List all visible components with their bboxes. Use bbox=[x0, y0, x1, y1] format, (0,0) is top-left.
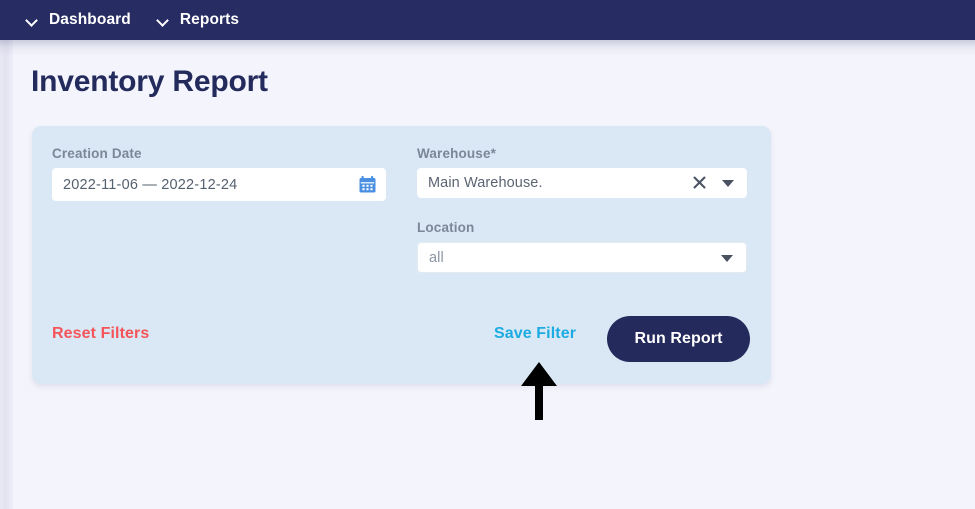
filter-card: Creation Date 2022-11-06 — 2022-12-24 Wa… bbox=[32, 126, 771, 384]
warehouse-selected-value: Main Warehouse. bbox=[428, 175, 543, 191]
page-title: Inventory Report bbox=[31, 65, 268, 98]
creation-date-field-group: Creation Date 2022-11-06 — 2022-12-24 bbox=[52, 146, 386, 201]
top-navbar: Dashboard Reports bbox=[0, 0, 975, 40]
location-label: Location bbox=[417, 220, 475, 235]
caret-down-icon[interactable] bbox=[721, 255, 733, 262]
location-field-group: Location all bbox=[417, 220, 747, 273]
calendar-icon[interactable] bbox=[359, 176, 376, 193]
app-screen: Dashboard Reports Inventory Report Creat… bbox=[0, 0, 975, 509]
nav-item-reports[interactable]: Reports bbox=[155, 0, 239, 40]
chevron-down-icon bbox=[24, 12, 40, 28]
caret-down-icon[interactable] bbox=[722, 180, 734, 187]
creation-date-label: Creation Date bbox=[52, 146, 142, 161]
warehouse-label: Warehouse* bbox=[417, 146, 497, 161]
left-edge-strip bbox=[0, 40, 13, 509]
reset-filters-link[interactable]: Reset Filters bbox=[52, 325, 149, 343]
navbar-shadow bbox=[0, 40, 975, 56]
save-filter-link[interactable]: Save Filter bbox=[494, 325, 576, 343]
creation-date-input[interactable]: 2022-11-06 — 2022-12-24 bbox=[52, 168, 386, 201]
nav-item-dashboard-label: Dashboard bbox=[49, 11, 131, 28]
nav-item-dashboard[interactable]: Dashboard bbox=[24, 0, 131, 40]
chevron-down-icon bbox=[155, 12, 171, 28]
nav-item-reports-label: Reports bbox=[179, 11, 240, 28]
warehouse-select[interactable]: Main Warehouse. bbox=[417, 168, 747, 198]
location-selected-value: all bbox=[429, 249, 444, 266]
creation-date-value: 2022-11-06 — 2022-12-24 bbox=[63, 176, 238, 193]
close-x-icon[interactable] bbox=[692, 175, 707, 190]
run-report-button[interactable]: Run Report bbox=[607, 316, 750, 362]
warehouse-field-group: Warehouse* Main Warehouse. bbox=[417, 146, 747, 198]
location-select[interactable]: all bbox=[417, 242, 747, 273]
